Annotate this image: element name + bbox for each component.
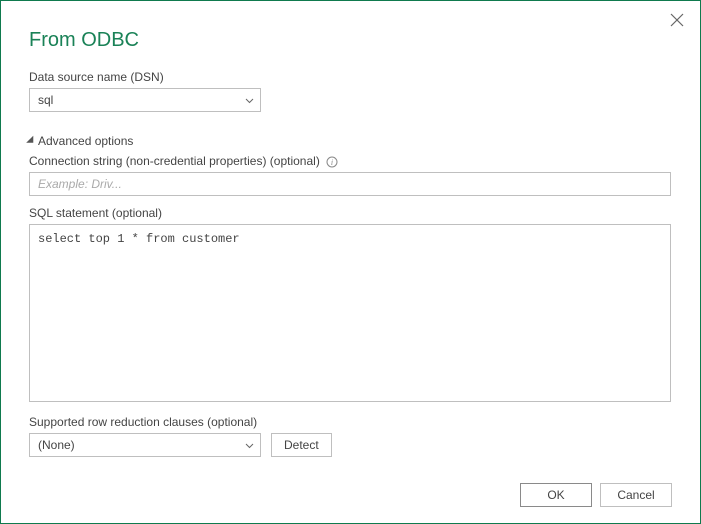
ok-button[interactable]: OK	[520, 483, 592, 507]
triangle-expanded-icon	[26, 136, 37, 147]
row-reduction-label: Supported row reduction clauses (optiona…	[29, 415, 672, 429]
row-reduction-field: Supported row reduction clauses (optiona…	[29, 415, 672, 457]
advanced-section: Advanced options Connection string (non-…	[29, 134, 672, 457]
dsn-value: sql	[38, 93, 53, 107]
dialog-footer: OK Cancel	[520, 483, 672, 507]
sql-statement-field: SQL statement (optional)	[29, 206, 672, 405]
cancel-button[interactable]: Cancel	[600, 483, 672, 507]
advanced-options-toggle[interactable]: Advanced options	[29, 134, 672, 148]
row-reduction-select[interactable]: (None)	[29, 433, 261, 457]
advanced-options-label: Advanced options	[38, 134, 133, 148]
chevron-down-icon	[245, 93, 254, 107]
sql-statement-label: SQL statement (optional)	[29, 206, 672, 220]
connection-string-input[interactable]	[29, 172, 671, 196]
dsn-label: Data source name (DSN)	[29, 70, 672, 84]
sql-statement-textarea[interactable]	[29, 224, 671, 402]
svg-text:i: i	[331, 158, 333, 167]
dsn-select[interactable]: sql	[29, 88, 261, 112]
close-icon[interactable]	[670, 13, 684, 27]
dsn-field: Data source name (DSN) sql	[29, 70, 672, 112]
dialog-title: From ODBC	[29, 29, 672, 52]
from-odbc-dialog: From ODBC Data source name (DSN) sql Adv…	[0, 0, 701, 524]
detect-button[interactable]: Detect	[271, 433, 332, 457]
chevron-down-icon	[245, 438, 254, 452]
connection-string-label: Connection string (non-credential proper…	[29, 154, 672, 168]
info-icon[interactable]: i	[326, 156, 338, 168]
row-reduction-value: (None)	[38, 438, 75, 452]
connection-string-field: Connection string (non-credential proper…	[29, 154, 672, 196]
